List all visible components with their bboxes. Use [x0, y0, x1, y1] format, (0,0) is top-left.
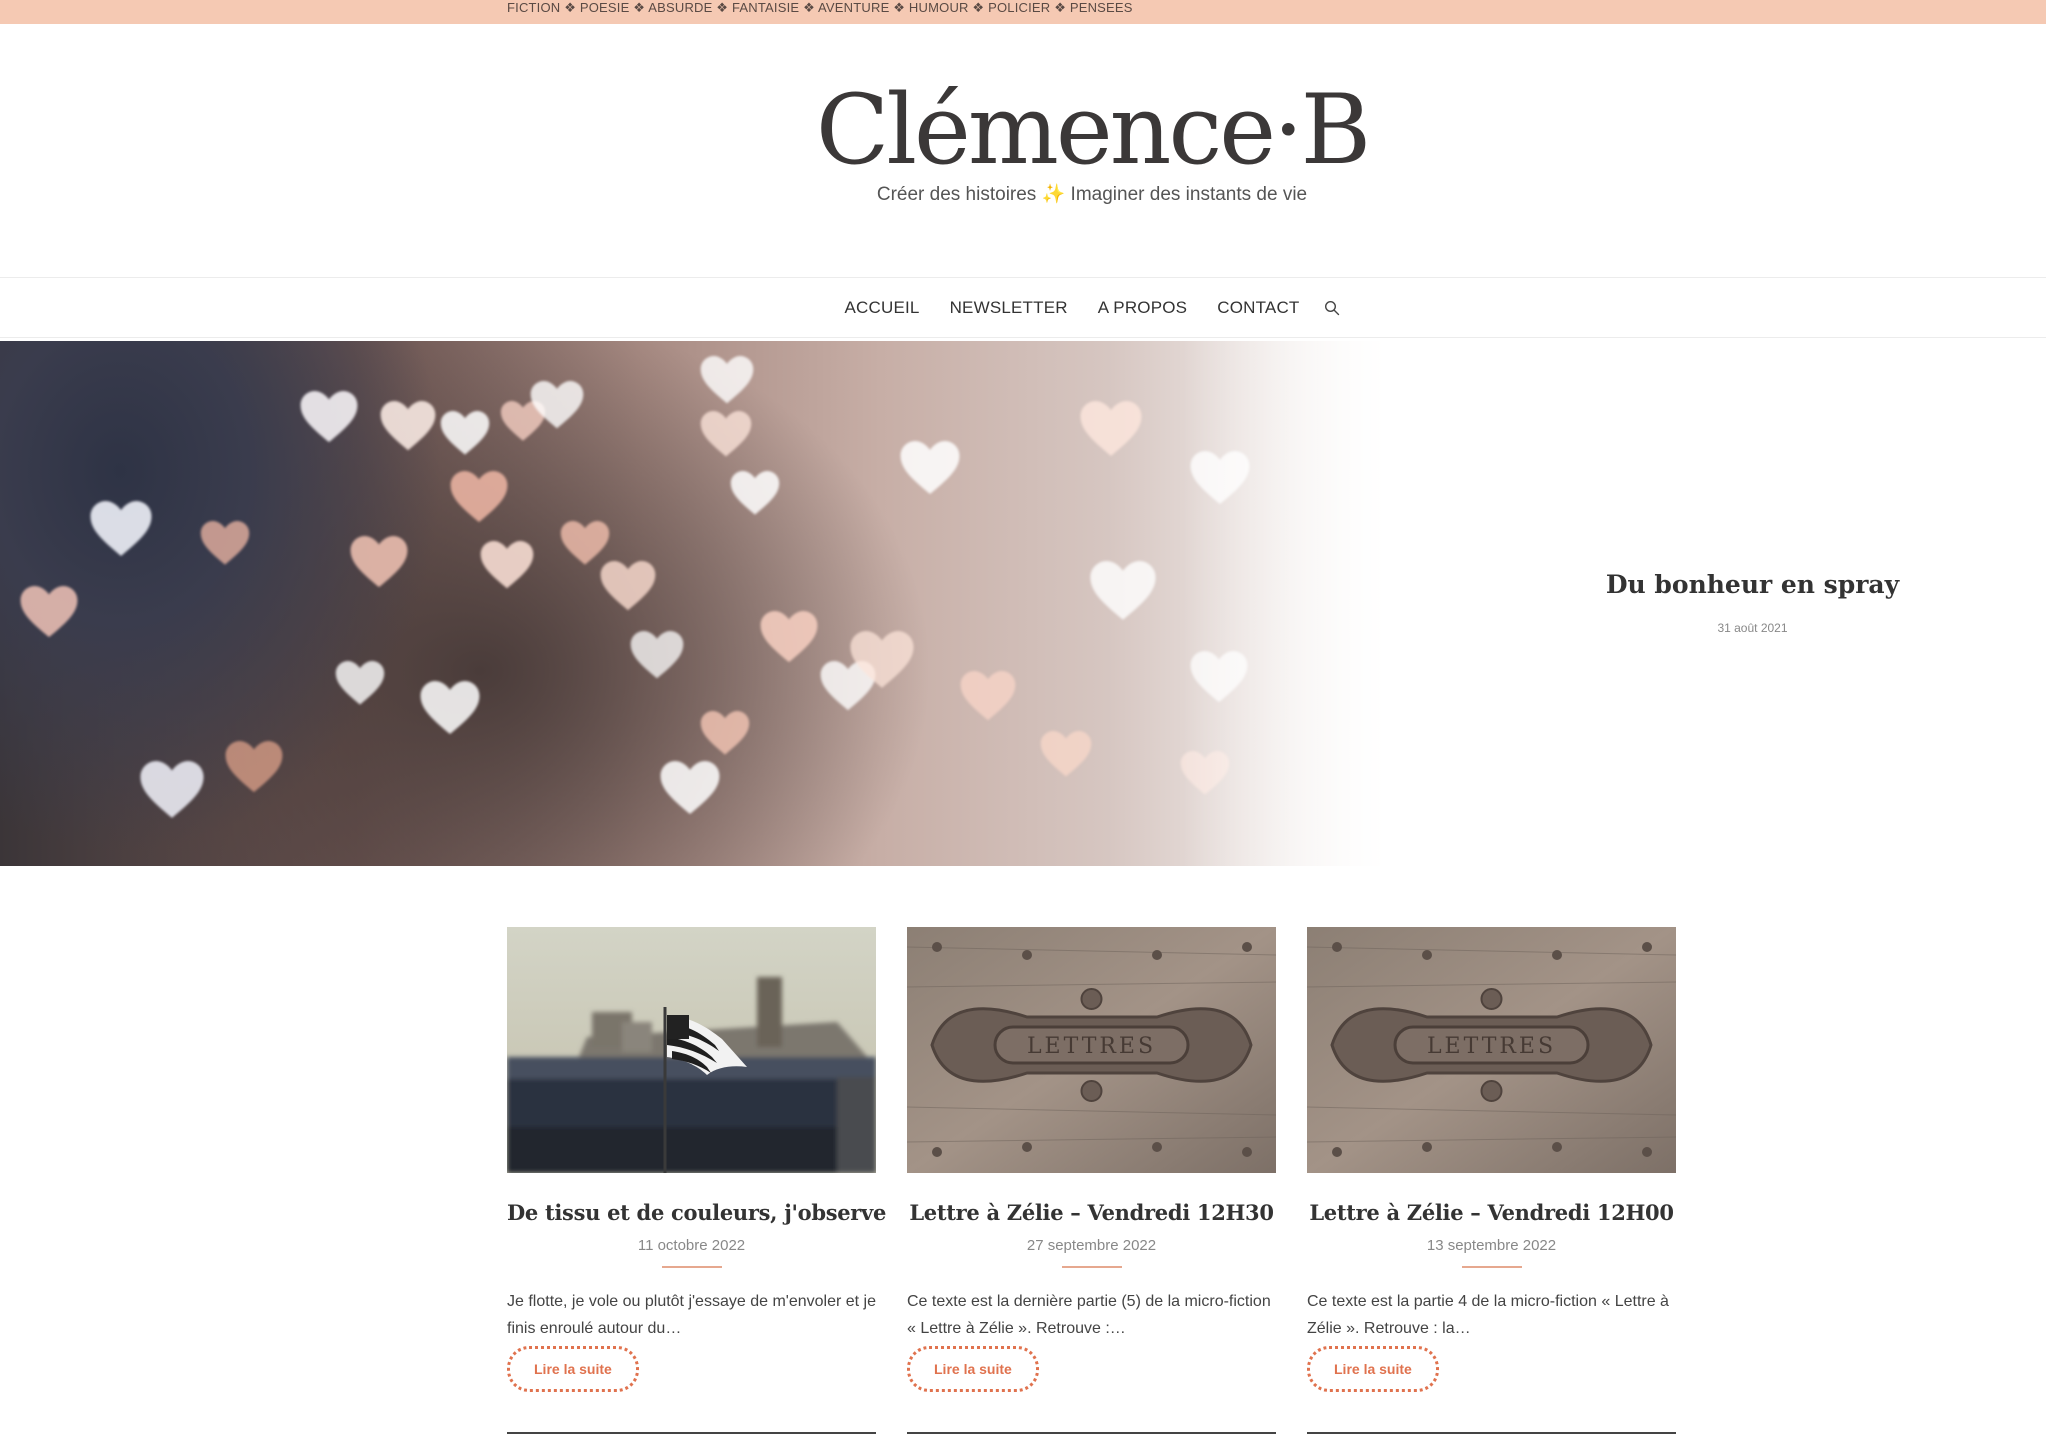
read-more-button[interactable]: Lire la suite — [907, 1346, 1039, 1392]
post-date: 11 octobre 2022 — [637, 1237, 746, 1254]
main-nav: ACCUEIL NEWSLETTER A PROPOS CONTACT — [0, 277, 2046, 338]
post-thumbnail-letterbox[interactable]: LETTRES — [1307, 927, 1676, 1173]
divider — [1061, 1266, 1122, 1268]
letterbox-photo: LETTRES — [1307, 927, 1676, 1173]
nav-items: ACCUEIL NEWSLETTER A PROPOS CONTACT — [0, 278, 2046, 337]
divider — [1461, 1266, 1522, 1268]
tagline-right: Imaginer des instants de vie — [1070, 184, 1308, 205]
post-thumbnail-flag[interactable] — [507, 927, 876, 1173]
category-bar: FICTION ❖ POESIE ❖ ABSURDE ❖ FANTAISIE ❖… — [0, 0, 2046, 24]
read-more-button[interactable]: Lire la suite — [507, 1346, 639, 1392]
nav-item-accueil[interactable]: ACCUEIL — [844, 298, 919, 318]
post-card: LETTRES Lettre à Zélie – Vendredi 12H00 … — [1307, 927, 1676, 1392]
featured-slider: Du bonheur en spray 31 août 2021 — [0, 341, 2046, 866]
hero-post-date: 31 août 2021 — [1717, 621, 1788, 635]
hero-image-hearts-bokeh[interactable] — [0, 341, 1420, 866]
sparkle-icon: ✨ — [1041, 184, 1066, 205]
heart-bokeh-illustration — [20, 341, 1420, 866]
nav-item-newsletter[interactable]: NEWSLETTER — [950, 298, 1068, 318]
post-date: 27 septembre 2022 — [1026, 1237, 1157, 1254]
nav-item-contact[interactable]: CONTACT — [1217, 298, 1299, 318]
post-title[interactable]: Lettre à Zélie – Vendredi 12H00 — [1307, 1199, 1676, 1227]
letterbox-photo: LETTRES — [907, 927, 1276, 1173]
svg-text:LETTRES: LETTRES — [1027, 1034, 1156, 1059]
flag-photo — [507, 927, 876, 1173]
site-logo[interactable]: Clémence·B — [0, 78, 2046, 182]
site-tagline: Créer des histoires ✨ Imaginer des insta… — [0, 183, 2046, 207]
post-card: LETTRES Lettre à Zélie – Vendredi 12H30 … — [907, 927, 1276, 1392]
post-excerpt: Ce texte est la dernière partie (5) de l… — [907, 1293, 1271, 1337]
tagline-left: Créer des histoires — [876, 184, 1037, 205]
post-excerpt: Ce texte est la partie 4 de la micro-fic… — [1307, 1293, 1669, 1337]
post-title[interactable]: Lettre à Zélie – Vendredi 12H30 — [907, 1199, 1276, 1227]
category-links[interactable]: FICTION ❖ POESIE ❖ ABSURDE ❖ FANTAISIE ❖… — [507, 0, 1133, 15]
post-card: De tissu et de couleurs, j'observe 11 oc… — [507, 927, 886, 1392]
post-excerpt: Je flotte, je vole ou plutôt j'essaye de… — [507, 1293, 876, 1337]
post-title[interactable]: De tissu et de couleurs, j'observe — [507, 1199, 886, 1227]
divider — [661, 1266, 722, 1268]
post-date: 13 septembre 2022 — [1426, 1237, 1557, 1254]
hero-post-title[interactable]: Du bonheur en spray — [1530, 569, 1975, 601]
svg-text:LETTRES: LETTRES — [1427, 1034, 1556, 1059]
nav-item-a-propos[interactable]: A PROPOS — [1098, 298, 1187, 318]
post-thumbnail-letterbox[interactable]: LETTRES — [907, 927, 1276, 1173]
read-more-button[interactable]: Lire la suite — [1307, 1346, 1439, 1392]
search-icon[interactable] — [1324, 300, 1340, 316]
